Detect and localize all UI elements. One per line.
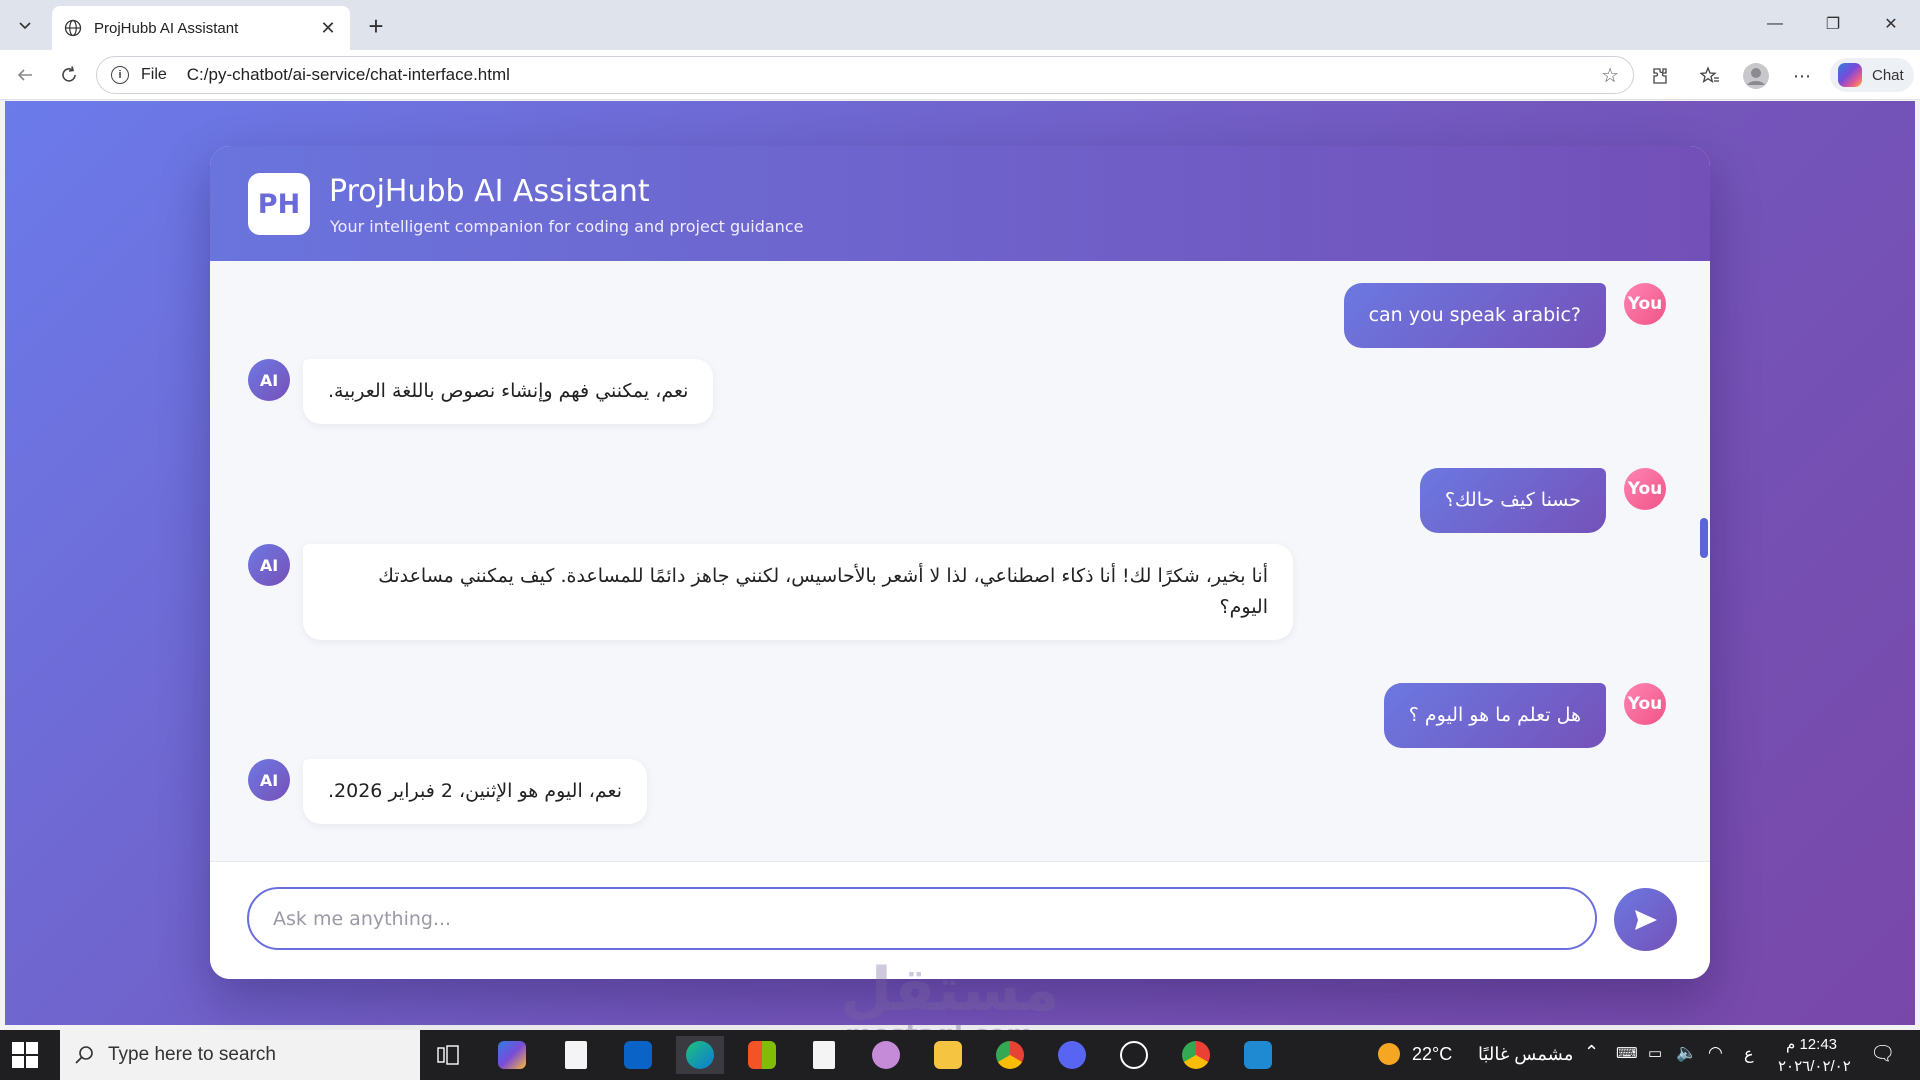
store-icon[interactable]	[738, 1036, 786, 1074]
wifi-icon[interactable]: ◠	[1708, 1043, 1723, 1063]
info-icon[interactable]: i	[111, 66, 129, 84]
copilot-app-icon[interactable]	[488, 1036, 536, 1074]
copilot-chat-button[interactable]: Chat	[1830, 58, 1914, 92]
outlook-icon[interactable]	[614, 1036, 662, 1074]
chrome-profile-icon[interactable]	[986, 1036, 1034, 1074]
user-message: هل تعلم ما هو اليوم ؟	[1383, 683, 1606, 748]
app-title: ProjHubb AI Assistant	[329, 174, 650, 209]
user-message: حسنا كيف حالك؟	[1419, 468, 1606, 533]
favorites-icon[interactable]	[1694, 60, 1726, 92]
reload-icon	[62, 66, 76, 82]
clock-date[interactable]: ٢٠٢٦/٠٢/٠٢	[1778, 1057, 1851, 1075]
weather-temp[interactable]: 22°C	[1412, 1044, 1452, 1065]
keyboard-icon[interactable]: ⌨	[1616, 1044, 1638, 1062]
close-tab-icon[interactable]: ✕	[318, 18, 338, 39]
browser-toolbar: i File C:/py-chatbot/ai-service/chat-int…	[0, 50, 1920, 100]
chevron-down-icon	[19, 22, 31, 30]
scrollbar-thumb[interactable]	[1700, 518, 1708, 558]
windows-start-icon[interactable]	[12, 1042, 38, 1068]
taskbar-search[interactable]: Type here to search	[60, 1030, 420, 1080]
app-logo: PH	[248, 173, 310, 235]
profile-avatar-icon[interactable]	[1740, 60, 1772, 92]
notifications-icon[interactable]: 🗨	[1870, 1041, 1895, 1066]
ai-avatar: AI	[248, 759, 290, 801]
ai-avatar: AI	[248, 544, 290, 586]
user-avatar: You	[1624, 468, 1666, 510]
volume-icon[interactable]: 🔈	[1676, 1043, 1697, 1063]
camera-icon[interactable]: ▭	[1648, 1044, 1662, 1062]
search-icon	[75, 1046, 93, 1064]
chevron-up-icon[interactable]: ⌃	[1584, 1042, 1599, 1063]
arrow-left-icon	[17, 69, 32, 81]
back-button[interactable]	[8, 58, 42, 92]
user-message: can you speak arabic?	[1343, 283, 1606, 348]
chat-container: PH ProjHubb AI Assistant Your intelligen…	[210, 146, 1710, 979]
windows-taskbar: Type here to search 22°C مشمس غالبًا ⌃ ⌨…	[0, 1030, 1920, 1080]
new-tab-button[interactable]: +	[360, 10, 392, 42]
weather-description[interactable]: مشمس غالبًا	[1478, 1044, 1573, 1065]
ai-message: أنا بخير، شكرًا لك! أنا ذكاء اصطناعي، لذ…	[303, 544, 1293, 640]
minimize-button[interactable]: —	[1746, 0, 1804, 48]
ai-message: نعم، اليوم هو الإثنين، 2 فبراير 2026.	[303, 759, 648, 824]
address-scheme: File	[141, 66, 167, 83]
address-bar[interactable]: i File C:/py-chatbot/ai-service/chat-int…	[96, 56, 1634, 94]
paint-icon[interactable]	[862, 1036, 910, 1074]
reload-button[interactable]	[52, 58, 86, 92]
message-list[interactable]: You can you speak arabic? AI نعم، يمكنني…	[210, 261, 1710, 861]
language-indicator[interactable]: ع	[1744, 1044, 1754, 1064]
address-url[interactable]: C:/py-chatbot/ai-service/chat-interface.…	[187, 65, 1601, 85]
message-input[interactable]	[247, 887, 1597, 950]
user-avatar: You	[1624, 283, 1666, 325]
input-area	[210, 861, 1710, 979]
send-icon	[1634, 909, 1657, 930]
clock-time[interactable]: 12:43 م	[1786, 1035, 1837, 1053]
discord-icon[interactable]	[1048, 1036, 1096, 1074]
close-window-button[interactable]: ✕	[1862, 0, 1920, 48]
restore-button[interactable]: ❐	[1804, 0, 1862, 48]
browser-tab-active[interactable]: ProjHubb AI Assistant ✕	[52, 6, 350, 50]
copilot-label: Chat	[1872, 66, 1904, 84]
edge-browser-icon[interactable]	[676, 1036, 724, 1074]
chatgpt-icon[interactable]	[1110, 1036, 1158, 1074]
globe-icon	[64, 19, 82, 37]
task-view-icon[interactable]	[424, 1036, 472, 1074]
ai-message: نعم، يمكنني فهم وإنشاء نصوص باللغة العرب…	[303, 359, 714, 424]
user-avatar: You	[1624, 683, 1666, 725]
extensions-icon[interactable]	[1644, 60, 1676, 92]
tab-title: ProjHubb AI Assistant	[94, 19, 239, 37]
weather-icon[interactable]	[1378, 1043, 1400, 1065]
browser-tab-bar: ProjHubb AI Assistant ✕ + — ❐ ✕	[0, 0, 1920, 50]
send-button[interactable]	[1614, 888, 1677, 951]
vscode-icon[interactable]	[1234, 1036, 1282, 1074]
favorite-star-icon[interactable]: ☆	[1601, 63, 1619, 88]
page-viewport: PH ProjHubb AI Assistant Your intelligen…	[5, 101, 1915, 1025]
file-explorer-icon[interactable]	[924, 1036, 972, 1074]
file-icon[interactable]	[552, 1036, 600, 1074]
more-options-icon[interactable]: ⋯	[1786, 60, 1818, 92]
document-icon[interactable]	[800, 1036, 848, 1074]
ai-avatar: AI	[248, 359, 290, 401]
tab-list-button[interactable]	[6, 8, 44, 42]
app-subtitle: Your intelligent companion for coding an…	[330, 217, 804, 236]
chrome-icon[interactable]	[1172, 1036, 1220, 1074]
search-placeholder: Type here to search	[108, 1044, 276, 1065]
chat-header: PH ProjHubb AI Assistant Your intelligen…	[210, 146, 1710, 261]
copilot-icon	[1838, 63, 1862, 87]
